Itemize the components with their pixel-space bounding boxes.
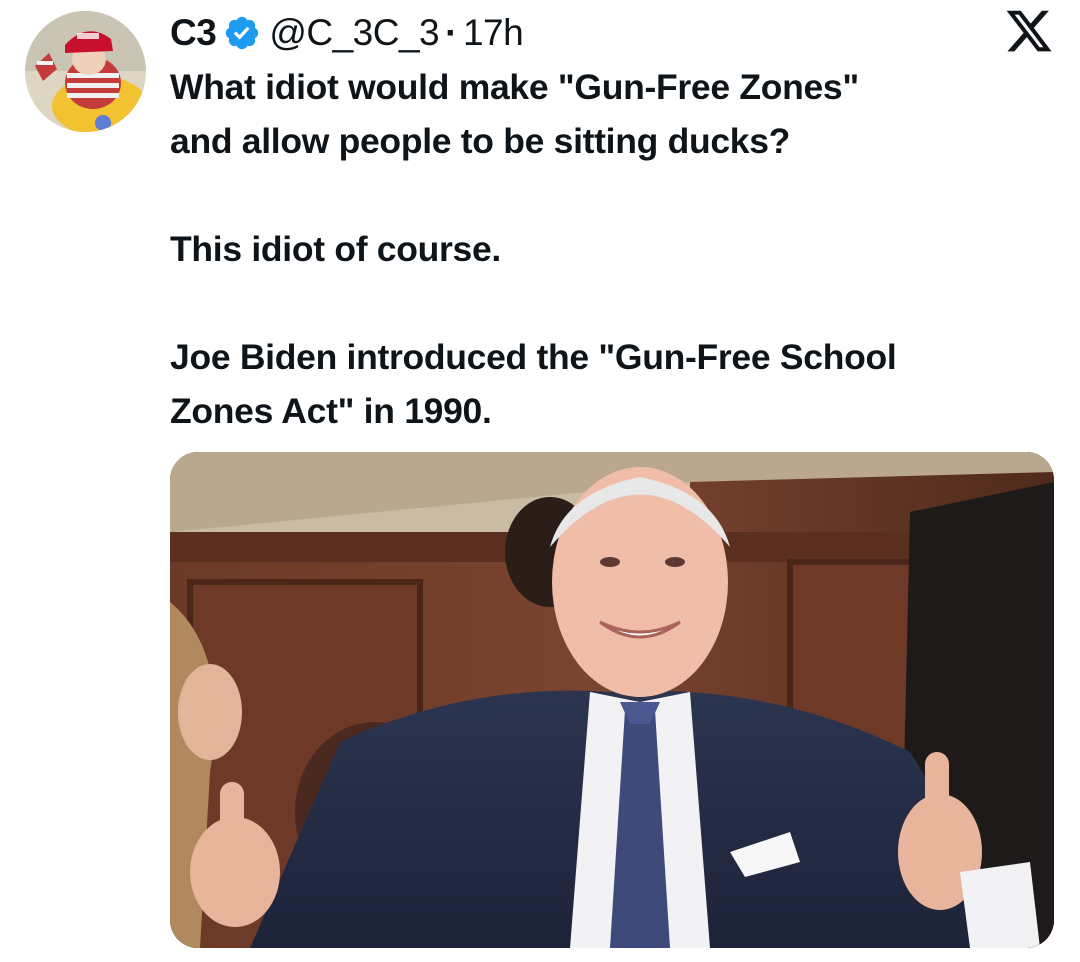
tweet-text-line: What idiot would make "Gun-Free Zones" <box>170 67 859 107</box>
tweet-text-line: Joe Biden introduced the "Gun-Free Schoo… <box>170 337 897 377</box>
x-logo-icon <box>1003 6 1055 56</box>
verified-badge-icon <box>223 14 261 52</box>
separator-dot: · <box>445 12 457 53</box>
tweet-header: C3 @C_3C_3 · 17h <box>170 10 524 56</box>
photo-image <box>170 452 1054 948</box>
tweet-text-line: and allow people to be sitting ducks? <box>170 121 791 161</box>
timestamp[interactable]: 17h <box>463 12 524 54</box>
tweet-media-photo[interactable] <box>170 452 1054 948</box>
avatar[interactable] <box>25 11 146 132</box>
display-name[interactable]: C3 <box>170 12 217 54</box>
handle[interactable]: @C_3C_3 <box>269 12 439 54</box>
tweet-text-line: This idiot of course. <box>170 229 501 269</box>
tweet-text: What idiot would make "Gun-Free Zones" a… <box>170 60 1050 438</box>
avatar-image <box>25 11 146 132</box>
tweet: C3 @C_3C_3 · 17h What idiot would make "… <box>0 0 1080 962</box>
tweet-text-line: Zones Act" in 1990. <box>170 391 492 431</box>
